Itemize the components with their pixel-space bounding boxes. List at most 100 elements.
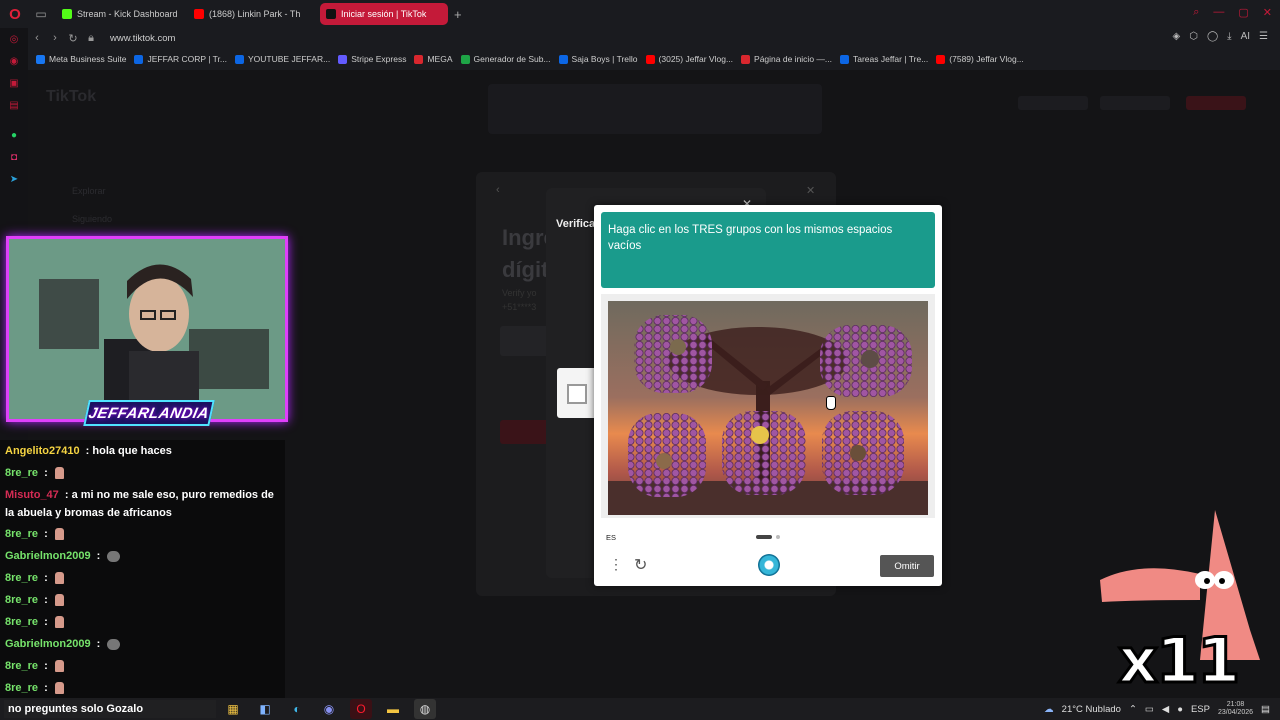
close-window-icon[interactable]: ✕: [1263, 6, 1272, 19]
modal-close-icon[interactable]: ✕: [806, 184, 815, 197]
chat-username[interactable]: 8re_re: [5, 572, 38, 584]
url-field[interactable]: www.tiktok.com: [110, 33, 175, 44]
hex-cluster[interactable]: [722, 411, 806, 495]
forward-icon[interactable]: ›: [46, 32, 64, 44]
shield-icon[interactable]: ◈: [1173, 31, 1181, 42]
chat-username[interactable]: Misuto_47: [5, 489, 59, 501]
obs-icon[interactable]: ◍: [414, 699, 436, 719]
header-link[interactable]: [1100, 96, 1170, 110]
workspaces-icon[interactable]: ▭: [30, 0, 52, 28]
chat-username[interactable]: 8re_re: [5, 616, 38, 628]
app-icon[interactable]: ◧: [254, 699, 276, 719]
edge-icon[interactable]: ◐: [286, 699, 308, 719]
clock[interactable]: 21:08 23/04/2026: [1218, 701, 1253, 717]
tray-chevron-icon[interactable]: ⌃: [1129, 704, 1137, 715]
discord-icon[interactable]: ◉: [318, 699, 340, 719]
bookmark-label: MEGA: [427, 54, 453, 64]
hcaptcha-logo-icon[interactable]: [758, 554, 780, 576]
chat-username[interactable]: 8re_re: [5, 682, 38, 694]
tab-youtube-linkin-park[interactable]: (1868) Linkin Park - Th: [188, 3, 316, 25]
tab-kick-dashboard[interactable]: Stream - Kick Dashboard: [56, 3, 184, 25]
captcha-menu-icon[interactable]: ⋮: [609, 557, 623, 571]
bookmark-item[interactable]: Meta Business Suite: [36, 54, 126, 64]
hex-cluster[interactable]: [820, 325, 912, 397]
folder-icon[interactable]: ▬: [382, 699, 404, 719]
bookmark-item[interactable]: (7589) Jeffar Vlog...: [936, 54, 1024, 64]
captcha-image[interactable]: [608, 301, 928, 515]
chat-separator: :: [93, 550, 104, 562]
chat-username[interactable]: Gabrielmon2009: [5, 638, 91, 650]
weather-icon[interactable]: ☁: [1044, 704, 1054, 715]
chat-username[interactable]: 8re_re: [5, 594, 38, 606]
chat-username[interactable]: 8re_re: [5, 467, 38, 479]
bookmark-item[interactable]: Tareas Jeffar | Tre...: [840, 54, 928, 64]
bookmark-label: (3025) Jeffar Vlog...: [658, 54, 734, 64]
header-login-button[interactable]: [1186, 96, 1246, 110]
webcam-feed: [9, 239, 285, 419]
language-indicator[interactable]: ESP: [1191, 704, 1210, 715]
aria-icon[interactable]: ◎: [0, 28, 28, 50]
hex-cluster[interactable]: [628, 413, 706, 497]
player-icon[interactable]: ▣: [0, 72, 28, 94]
sidebar-item[interactable]: Explorar: [72, 186, 142, 196]
file-explorer-icon[interactable]: ▦: [222, 699, 244, 719]
chat-message: 8re_re :: [5, 679, 283, 697]
bookmark-item[interactable]: JEFFAR CORP | Tr...: [134, 54, 227, 64]
browser-tab-bar: O ▭ Stream - Kick Dashboard (1868) Linki…: [0, 0, 1280, 28]
modal-back-icon[interactable]: ‹: [496, 184, 500, 196]
chat-username[interactable]: 8re_re: [5, 660, 38, 672]
sidebar-item[interactable]: Siguiendo: [72, 214, 142, 224]
captcha-checkbox[interactable]: [567, 384, 587, 404]
back-icon[interactable]: ‹: [28, 32, 46, 44]
instagram-icon[interactable]: ◘: [0, 146, 28, 168]
messenger-icon[interactable]: ◉: [0, 50, 28, 72]
weather-text[interactable]: 21°C Nublado: [1062, 704, 1121, 715]
chat-username[interactable]: 8re_re: [5, 528, 38, 540]
tab-tiktok-login[interactable]: Iniciar sesión | TikTok: [320, 3, 448, 25]
menu-icon[interactable]: ☰: [1259, 31, 1268, 42]
bookmark-item[interactable]: Saja Boys | Trello: [558, 54, 638, 64]
opera-logo-icon[interactable]: O: [0, 0, 30, 28]
bookmark-favicon-icon: [36, 54, 45, 64]
notification-icon[interactable]: ▤: [1261, 704, 1270, 715]
aria-ai-button[interactable]: AI: [1241, 31, 1250, 42]
download-icon[interactable]: ⤓: [1227, 31, 1231, 42]
clock-date: 23/04/2026: [1217, 709, 1254, 716]
hex-cluster[interactable]: [634, 315, 712, 393]
bookmark-item[interactable]: MEGA: [414, 54, 453, 64]
chat-separator: :: [93, 638, 104, 650]
captcha-refresh-icon[interactable]: ↻: [634, 555, 647, 575]
captcha-skip-button[interactable]: Omitir: [880, 555, 934, 577]
tiktok-logo: TikTok: [46, 88, 97, 105]
chat-username[interactable]: Angelito27410: [5, 445, 80, 457]
chat-separator: :: [82, 445, 93, 457]
hex-cluster[interactable]: [822, 411, 904, 495]
profile-icon[interactable]: ◯: [1207, 31, 1218, 42]
chat-message: Gabrielmon2009 :: [5, 635, 283, 653]
chat-username[interactable]: Gabrielmon2009: [5, 550, 91, 562]
bookmark-item[interactable]: YOUTUBE JEFFAR...: [235, 54, 330, 64]
opera-icon[interactable]: O: [350, 699, 372, 719]
search-tabs-icon[interactable]: ⌕: [1193, 6, 1199, 19]
volume-icon[interactable]: ◀: [1162, 704, 1169, 715]
minimize-icon[interactable]: —: [1213, 6, 1224, 19]
network-icon[interactable]: ▭: [1145, 704, 1154, 715]
hand-emote-icon: [54, 467, 64, 480]
chat-message: 8re_re :: [5, 613, 283, 631]
header-link[interactable]: [1018, 96, 1088, 110]
extensions-icon[interactable]: ⬡: [1189, 31, 1198, 42]
bookmark-item[interactable]: Stripe Express: [338, 54, 406, 64]
reload-icon[interactable]: ↻: [64, 32, 82, 45]
telegram-icon[interactable]: ➤: [0, 168, 28, 190]
mic-icon[interactable]: ●: [1177, 704, 1183, 715]
bookmark-item[interactable]: (3025) Jeffar Vlog...: [645, 54, 734, 64]
new-tab-plus-icon[interactable]: +: [454, 7, 462, 22]
music-icon[interactable]: ▤: [0, 94, 28, 116]
captcha-language[interactable]: ES: [606, 533, 616, 542]
maximize-icon[interactable]: ▢: [1238, 6, 1248, 19]
bookmark-favicon-icon: [235, 54, 244, 64]
chat-message: 8re_re :: [5, 657, 283, 675]
whatsapp-icon[interactable]: ●: [0, 124, 28, 146]
bookmark-item[interactable]: Generador de Sub...: [460, 54, 551, 64]
bookmark-item[interactable]: Página de inicio —...: [741, 54, 832, 64]
